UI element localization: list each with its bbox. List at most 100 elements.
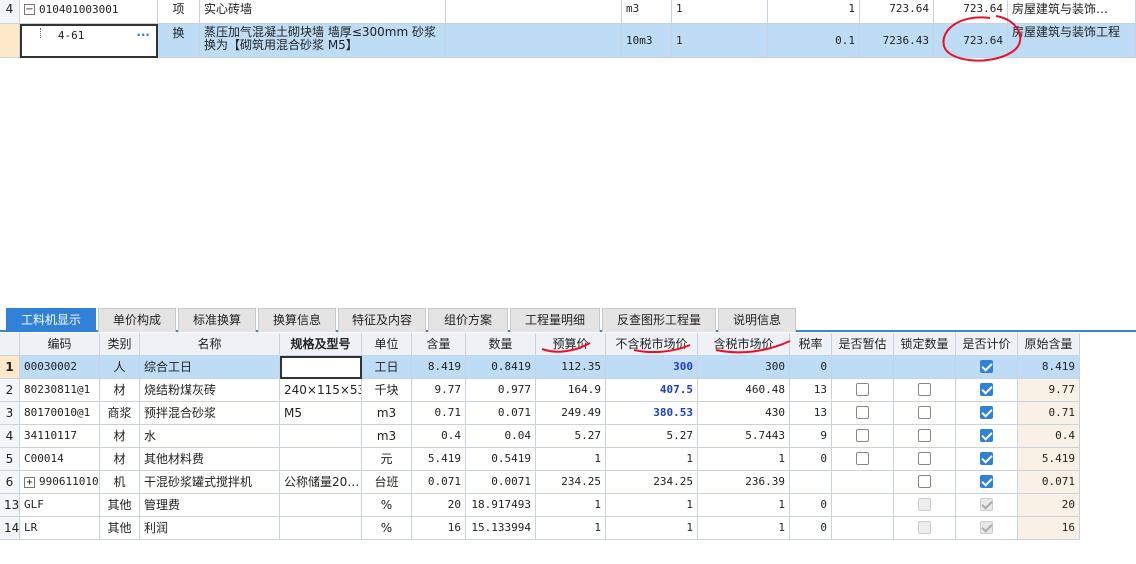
market-price-incl-tax-cell[interactable]: 1 (698, 517, 790, 540)
priced-checkbox-cell[interactable] (956, 356, 1018, 379)
lock-qty-checkbox-cell[interactable] (894, 517, 956, 540)
provisional-checkbox-cell[interactable] (832, 448, 894, 471)
tax-rate-cell[interactable]: 9 (790, 425, 832, 448)
checkbox-empty-icon[interactable] (918, 475, 931, 488)
tab-conversion-info[interactable]: 换算信息 (258, 308, 336, 332)
lock-qty-checkbox-cell[interactable] (894, 379, 956, 402)
column-header-budget-price[interactable]: 预算价 (536, 333, 606, 356)
checkbox-empty-icon[interactable] (918, 406, 931, 419)
spec-cell[interactable] (280, 448, 362, 471)
code-cell[interactable]: 80170010@1 (20, 402, 100, 425)
name-cell[interactable]: 综合工日 (140, 356, 280, 379)
unit-cell[interactable]: m3 (362, 425, 412, 448)
budget-price-cell[interactable]: 112.35 (536, 356, 606, 379)
tax-rate-cell[interactable]: 0 (790, 517, 832, 540)
checkbox-checked-icon[interactable] (980, 429, 993, 442)
column-header-market-price-excl-tax[interactable]: 不含税市场价 (606, 333, 698, 356)
more-dots-icon[interactable]: ··· (136, 28, 150, 42)
tab-standard-conversion[interactable]: 标准换算 (178, 308, 256, 332)
name-cell[interactable]: 利润 (140, 517, 280, 540)
checkbox-empty-icon[interactable] (918, 498, 931, 511)
checkbox-checked-icon[interactable] (980, 521, 993, 534)
tax-rate-cell[interactable] (790, 471, 832, 494)
original-content-cell[interactable]: 16 (1018, 517, 1080, 540)
code-cell[interactable]: GLF (20, 494, 100, 517)
code-cell[interactable]: 00030002 (20, 356, 100, 379)
column-header-spec[interactable]: 规格及型号 (280, 333, 362, 356)
tax-rate-cell[interactable]: 0 (790, 494, 832, 517)
budget-price-cell[interactable]: 234.25 (536, 471, 606, 494)
column-header-lock-qty-checkbox[interactable]: 锁定数量 (894, 333, 956, 356)
tab-unit-price-composition[interactable]: 单价构成 (98, 308, 176, 332)
budget-price-cell[interactable]: 1 (536, 494, 606, 517)
column-header-tax-rate[interactable]: 税率 (790, 333, 832, 356)
budget-price-cell[interactable]: 164.9 (536, 379, 606, 402)
unit-cell[interactable]: 台班 (362, 471, 412, 494)
content-cell[interactable]: 16 (412, 517, 466, 540)
market-price-incl-tax-cell[interactable]: 1 (698, 448, 790, 471)
content-cell[interactable]: 0.4 (412, 425, 466, 448)
provisional-checkbox-cell[interactable] (832, 402, 894, 425)
tax-rate-cell[interactable]: 0 (790, 356, 832, 379)
budget-price-cell[interactable]: 1 (536, 517, 606, 540)
original-content-cell[interactable]: 9.77 (1018, 379, 1080, 402)
quantity-cell[interactable]: 15.133994 (466, 517, 536, 540)
original-content-cell[interactable]: 5.419 (1018, 448, 1080, 471)
market-price-incl-tax-cell[interactable]: 430 (698, 402, 790, 425)
original-content-cell[interactable]: 8.419 (1018, 356, 1080, 379)
column-header-content[interactable]: 含量 (412, 333, 466, 356)
name-cell[interactable]: 管理费 (140, 494, 280, 517)
quantity-cell[interactable]: 0.5419 (466, 448, 536, 471)
priced-checkbox-cell[interactable] (956, 517, 1018, 540)
market-price-excl-tax-cell[interactable]: 234.25 (606, 471, 698, 494)
category-cell[interactable]: 材 (100, 379, 140, 402)
unit-cell[interactable]: 千块 (362, 379, 412, 402)
unit-cell[interactable]: % (362, 494, 412, 517)
code-cell[interactable]: +990611010 (20, 471, 100, 494)
content-cell[interactable]: 0.71 (412, 402, 466, 425)
original-content-cell[interactable]: 0.071 (1018, 471, 1080, 494)
market-price-excl-tax-cell[interactable]: 1 (606, 494, 698, 517)
budget-price-cell[interactable]: 5.27 (536, 425, 606, 448)
checkbox-empty-icon[interactable] (918, 383, 931, 396)
quantity-cell[interactable]: 0.0071 (466, 471, 536, 494)
market-price-excl-tax-cell[interactable]: 1 (606, 517, 698, 540)
market-price-incl-tax-cell[interactable]: 460.48 (698, 379, 790, 402)
lock-qty-checkbox-cell[interactable] (894, 471, 956, 494)
spec-cell[interactable]: 240×115×53 (280, 379, 362, 402)
column-header-unit[interactable]: 单位 (362, 333, 412, 356)
market-price-incl-tax-cell[interactable]: 236.39 (698, 471, 790, 494)
category-cell[interactable]: 机 (100, 471, 140, 494)
spec-cell[interactable] (280, 356, 362, 379)
checkbox-empty-icon[interactable] (856, 452, 869, 465)
priced-checkbox-cell[interactable] (956, 448, 1018, 471)
spec-cell[interactable] (280, 425, 362, 448)
market-price-excl-tax-cell[interactable]: 5.27 (606, 425, 698, 448)
code-cell[interactable]: 34110117 (20, 425, 100, 448)
original-content-cell[interactable]: 0.71 (1018, 402, 1080, 425)
name-cell[interactable]: 烧结粉煤灰砖 (140, 379, 280, 402)
market-price-excl-tax-cell[interactable]: 1 (606, 448, 698, 471)
column-header-priced-checkbox[interactable]: 是否计价 (956, 333, 1018, 356)
code-cell[interactable]: −010401003001 (20, 0, 158, 24)
checkbox-empty-icon[interactable] (856, 429, 869, 442)
expand-icon[interactable]: + (24, 476, 35, 488)
column-header-market-price-incl-tax[interactable]: 含税市场价 (698, 333, 790, 356)
name-cell[interactable]: 预拌混合砂浆 (140, 402, 280, 425)
priced-checkbox-cell[interactable] (956, 471, 1018, 494)
quantity-cell[interactable]: 0.977 (466, 379, 536, 402)
lock-qty-checkbox-cell[interactable] (894, 402, 956, 425)
quantity-cell[interactable]: 0.8419 (466, 356, 536, 379)
collapse-icon[interactable]: − (24, 4, 35, 15)
market-price-incl-tax-cell[interactable]: 1 (698, 494, 790, 517)
checkbox-empty-icon[interactable] (856, 406, 869, 419)
original-content-cell[interactable]: 20 (1018, 494, 1080, 517)
priced-checkbox-cell[interactable] (956, 379, 1018, 402)
checkbox-checked-icon[interactable] (980, 498, 993, 511)
market-price-incl-tax-cell[interactable]: 300 (698, 356, 790, 379)
column-header-name[interactable]: 名称 (140, 333, 280, 356)
unit-cell[interactable]: % (362, 517, 412, 540)
checkbox-checked-icon[interactable] (980, 383, 993, 396)
column-header-provisional-checkbox[interactable]: 是否暂估 (832, 333, 894, 356)
priced-checkbox-cell[interactable] (956, 494, 1018, 517)
